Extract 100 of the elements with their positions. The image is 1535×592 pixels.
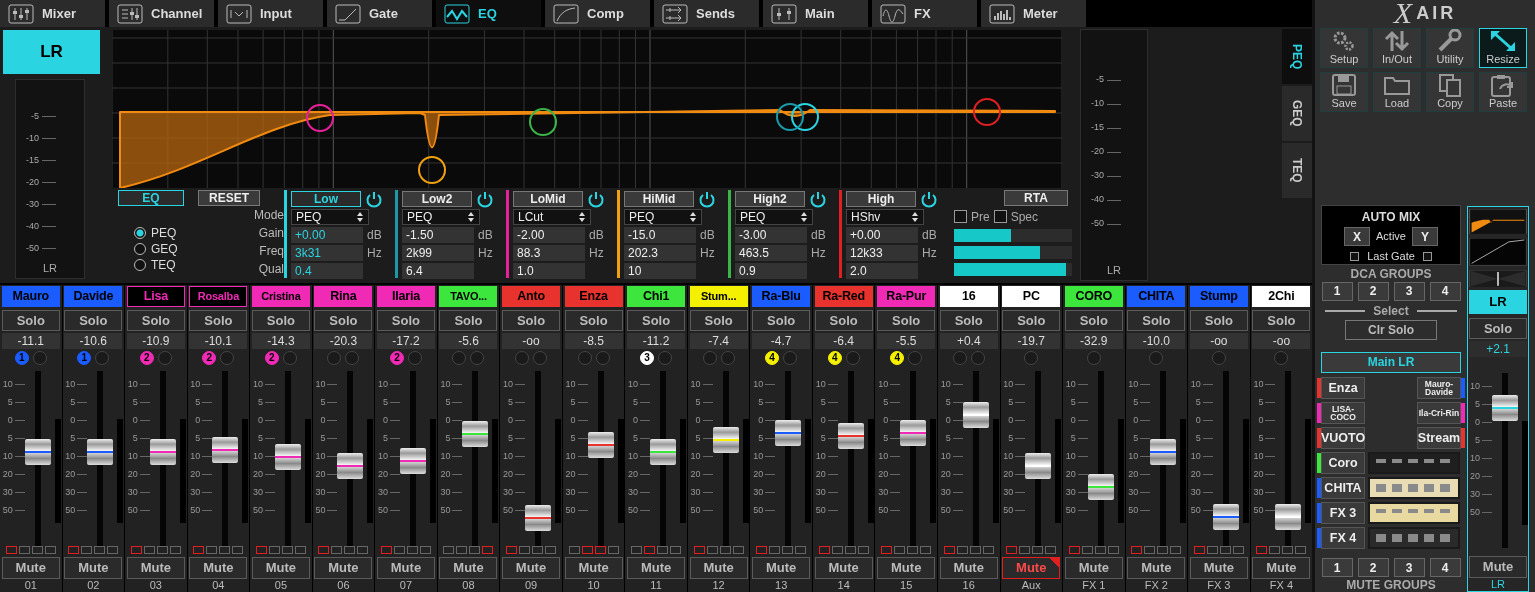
- bus-button[interactable]: Coro: [1321, 452, 1365, 474]
- fader-knob[interactable]: [1492, 395, 1518, 422]
- solo-button[interactable]: Solo: [314, 309, 373, 332]
- fader-knob[interactable]: [149, 438, 176, 465]
- y-button[interactable]: Y: [1412, 227, 1438, 246]
- mute-button[interactable]: Mute: [376, 557, 435, 579]
- fader-knob[interactable]: [712, 426, 739, 453]
- value-field[interactable]: 6.4: [402, 262, 474, 279]
- dca-button[interactable]: 1: [1321, 281, 1353, 301]
- radio-button[interactable]: [134, 259, 146, 271]
- tool-button[interactable]: Utility: [1426, 28, 1474, 68]
- mute-group-button[interactable]: 1: [1321, 558, 1353, 577]
- clear-solo-button[interactable]: Clr Solo: [1345, 319, 1437, 340]
- value-field[interactable]: +0.00: [291, 226, 363, 243]
- solo-button[interactable]: Solo: [814, 309, 873, 332]
- fader-knob[interactable]: [212, 437, 239, 464]
- mode-select[interactable]: LCut: [513, 208, 591, 225]
- dca-button[interactable]: 4: [1429, 281, 1461, 301]
- checkbox[interactable]: [1422, 251, 1432, 261]
- bus-button[interactable]: CHITA: [1321, 477, 1365, 499]
- power-icon[interactable]: [476, 189, 494, 208]
- fader-knob[interactable]: [87, 438, 114, 465]
- mute-button[interactable]: Mute: [1189, 557, 1248, 579]
- mute-group-button[interactable]: 2: [1357, 558, 1389, 577]
- nav-tab[interactable]: Meter: [981, 0, 1086, 27]
- solo-button[interactable]: Solo: [1189, 309, 1248, 332]
- value-field[interactable]: -15.0: [624, 226, 696, 243]
- solo-button[interactable]: Solo: [939, 309, 998, 332]
- mute-button[interactable]: Mute: [439, 557, 498, 579]
- value-field[interactable]: -2.00: [513, 226, 585, 243]
- solo-button[interactable]: Solo: [1252, 309, 1311, 332]
- mute-button[interactable]: Mute: [314, 557, 373, 579]
- rta-button[interactable]: RTA: [1004, 190, 1068, 206]
- nav-tab[interactable]: Mixer: [0, 0, 105, 27]
- nav-tab[interactable]: Main: [763, 0, 868, 27]
- mute-button[interactable]: Mute: [502, 557, 560, 579]
- value-field[interactable]: 0.9: [735, 262, 807, 279]
- x-button[interactable]: X: [1344, 227, 1370, 246]
- fader-knob[interactable]: [650, 438, 677, 465]
- fader-knob[interactable]: [775, 419, 802, 446]
- power-icon[interactable]: [365, 189, 383, 208]
- mode-select[interactable]: PEQ: [291, 208, 369, 225]
- solo-button[interactable]: Solo: [64, 309, 123, 332]
- eq-button[interactable]: EQ: [118, 190, 184, 206]
- value-field[interactable]: 88.3: [513, 244, 585, 261]
- mute-group-button[interactable]: 4: [1429, 558, 1461, 577]
- band-handle[interactable]: [973, 98, 1001, 126]
- fader-knob[interactable]: [962, 402, 989, 429]
- solo-button[interactable]: Solo: [564, 309, 623, 332]
- mode-select[interactable]: PEQ: [402, 208, 480, 225]
- side-tab[interactable]: TEQ: [1282, 143, 1312, 198]
- mute-button[interactable]: Mute: [1002, 557, 1061, 579]
- band-button[interactable]: Low: [291, 190, 361, 207]
- solo-button[interactable]: Solo: [126, 309, 185, 332]
- solo-button[interactable]: Solo: [1002, 309, 1061, 332]
- mute-button[interactable]: Mute: [689, 557, 748, 579]
- side-tab[interactable]: PEQ: [1282, 29, 1312, 84]
- solo-button[interactable]: Solo: [1064, 309, 1123, 332]
- fader-knob[interactable]: [24, 438, 51, 465]
- fader-knob[interactable]: [399, 447, 426, 474]
- value-field[interactable]: 12k33: [846, 244, 918, 261]
- mute-group-button[interactable]: 3: [1393, 558, 1425, 577]
- value-field[interactable]: -1.50: [402, 226, 474, 243]
- solo-button[interactable]: Solo: [189, 309, 248, 332]
- value-field[interactable]: 202.3: [624, 244, 696, 261]
- dca-button[interactable]: 2: [1357, 281, 1389, 301]
- power-icon[interactable]: [698, 189, 716, 208]
- mute-button[interactable]: Mute: [189, 557, 248, 579]
- mute-button[interactable]: Mute: [64, 557, 123, 579]
- band-button[interactable]: HiMid: [624, 190, 694, 207]
- tool-button[interactable]: Load: [1373, 72, 1421, 112]
- checkbox[interactable]: [954, 210, 967, 223]
- power-icon[interactable]: [920, 189, 938, 208]
- fader-knob[interactable]: [462, 421, 489, 448]
- fader-knob[interactable]: [1087, 473, 1114, 500]
- value-field[interactable]: 2.0: [846, 262, 918, 279]
- solo-button[interactable]: Solo: [1469, 317, 1527, 340]
- nav-tab[interactable]: FX: [872, 0, 977, 27]
- tool-button[interactable]: In/Out: [1373, 28, 1421, 68]
- solo-button[interactable]: Solo: [877, 309, 936, 332]
- bus-button[interactable]: VUOTO: [1321, 427, 1365, 449]
- value-field[interactable]: 0.4: [291, 262, 363, 279]
- solo-button[interactable]: Solo: [1127, 309, 1186, 332]
- bus-button[interactable]: Enza: [1321, 377, 1365, 399]
- mode-select[interactable]: PEQ: [735, 208, 813, 225]
- channel-select-button[interactable]: LR: [1469, 290, 1527, 314]
- solo-button[interactable]: Solo: [251, 309, 310, 332]
- mute-button[interactable]: Mute: [251, 557, 310, 579]
- mute-button[interactable]: Mute: [1064, 557, 1123, 579]
- reset-button[interactable]: RESET: [198, 190, 260, 206]
- fader-knob[interactable]: [587, 431, 614, 458]
- dca-button[interactable]: 3: [1393, 281, 1425, 301]
- bus-button[interactable]: FX 3: [1321, 502, 1365, 524]
- fader-knob[interactable]: [337, 452, 364, 479]
- radio-button[interactable]: [134, 227, 146, 239]
- tool-button[interactable]: Copy: [1426, 72, 1474, 112]
- nav-tab[interactable]: Sends: [654, 0, 759, 27]
- solo-button[interactable]: Solo: [502, 309, 560, 332]
- solo-button[interactable]: Solo: [689, 309, 748, 332]
- bus-button[interactable]: FX 4: [1321, 527, 1365, 549]
